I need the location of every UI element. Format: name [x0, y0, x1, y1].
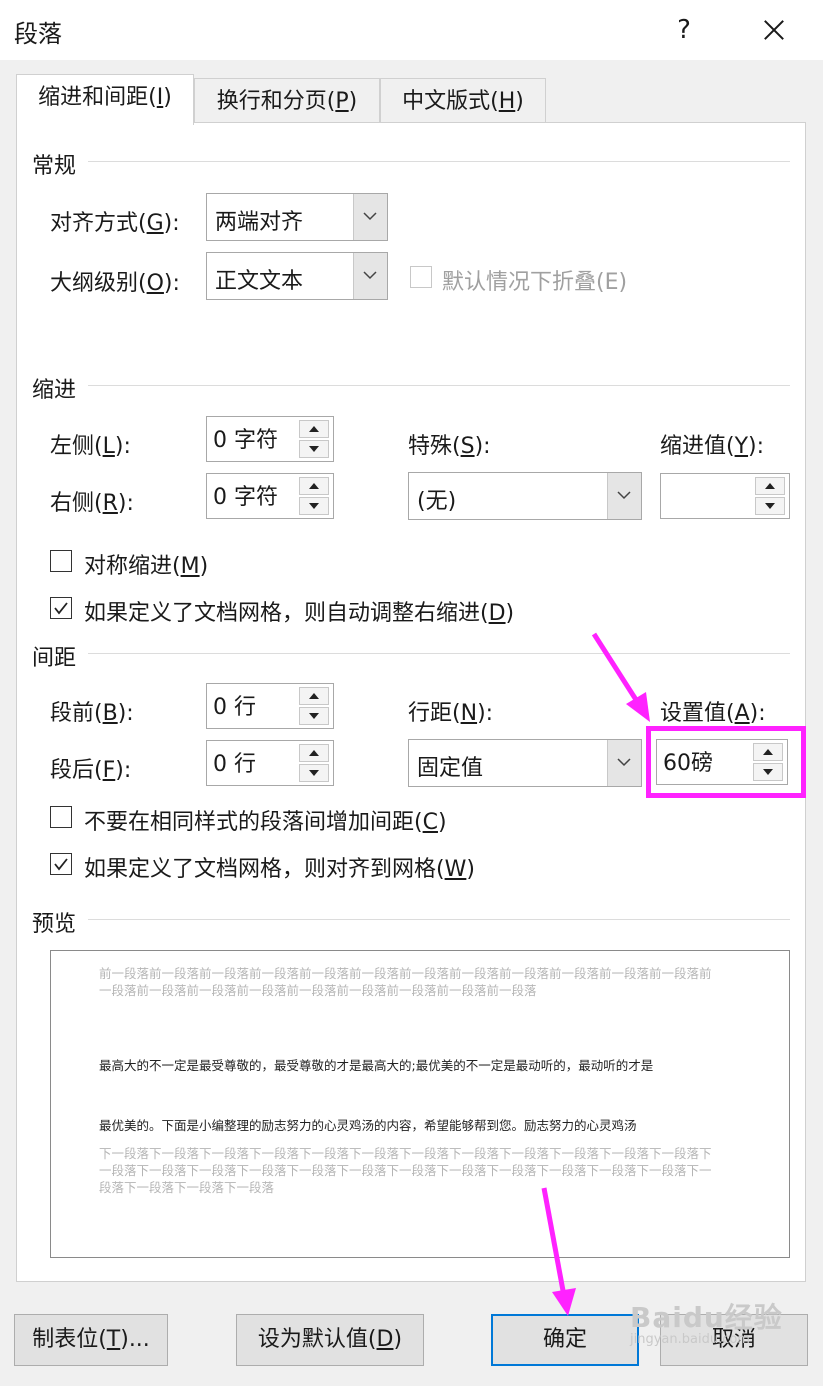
annotation-arrowhead — [552, 1288, 576, 1316]
spin-up-icon[interactable] — [299, 687, 329, 705]
spacing-after-label: 段后(F): — [50, 758, 132, 783]
tab-asian-typography[interactable]: 中文版式(H) — [380, 78, 546, 125]
indent-heading: 缩进 — [32, 378, 77, 403]
auto-adjust-right-indent-checkbox[interactable] — [50, 597, 72, 619]
ok-button[interactable]: 确定 — [491, 1314, 639, 1366]
spin-up-icon[interactable] — [299, 744, 329, 762]
alignment-select[interactable]: 两端对齐 — [206, 193, 388, 241]
outline-level-value: 正文文本 — [215, 269, 304, 294]
preview-next-paragraph: 下一段落下一段落下一段落下一段落下一段落下一段落下一段落下一段落下一段落下一段落… — [99, 1146, 712, 1195]
help-button[interactable]: ? — [658, 6, 710, 54]
indent-divider — [88, 385, 790, 386]
checkmark-icon — [54, 602, 68, 615]
alignment-label: 对齐方式(G): — [50, 211, 180, 236]
mirror-indents-checkbox[interactable] — [50, 550, 72, 572]
spin-down-icon[interactable] — [299, 764, 329, 782]
spin-up-icon[interactable] — [755, 477, 785, 495]
chevron-down-icon[interactable] — [353, 253, 387, 299]
spin-up-icon[interactable] — [299, 477, 329, 495]
no-space-same-style-checkbox[interactable] — [50, 806, 72, 828]
chevron-down-icon[interactable] — [353, 194, 387, 240]
spacing-after-input[interactable] — [207, 741, 293, 774]
title-bar: 段落 ? — [0, 0, 823, 60]
tabs-button[interactable]: 制表位(T)... — [14, 1314, 168, 1366]
line-spacing-value: 固定值 — [417, 756, 484, 781]
spacing-before-spinner[interactable] — [206, 683, 334, 729]
indent-by-spinner[interactable] — [660, 473, 790, 519]
set-as-default-button[interactable]: 设为默认值(D) — [236, 1314, 424, 1366]
spacing-divider — [88, 653, 790, 654]
indent-by-input[interactable] — [661, 474, 747, 507]
special-value: (无) — [417, 489, 457, 514]
line-spacing-select[interactable]: 固定值 — [408, 739, 642, 787]
indent-right-spinner[interactable] — [206, 473, 334, 519]
outline-level-label: 大纲级别(O): — [50, 271, 180, 296]
alignment-value: 两端对齐 — [215, 210, 304, 235]
general-divider — [88, 161, 790, 162]
spin-down-icon[interactable] — [299, 440, 329, 458]
indent-right-input[interactable] — [207, 474, 293, 507]
preview-divider — [88, 919, 790, 920]
indent-left-input[interactable] — [207, 417, 293, 450]
watermark: Baidu经验 jingyan.baidu.com — [630, 1301, 783, 1347]
spin-down-icon[interactable] — [755, 497, 785, 515]
indent-right-label: 右侧(R): — [50, 491, 134, 516]
chevron-down-icon[interactable] — [607, 473, 641, 519]
general-heading: 常规 — [32, 154, 77, 179]
collapse-default-label: 默认情况下折叠(E) — [442, 270, 628, 295]
spacing-after-spinner[interactable] — [206, 740, 334, 786]
preview-heading: 预览 — [32, 912, 77, 937]
tab-line-page-breaks[interactable]: 换行和分页(P) — [194, 78, 380, 125]
spin-down-icon[interactable] — [299, 497, 329, 515]
auto-adjust-right-indent-label: 如果定义了文档网格，则自动调整右缩进(D) — [84, 601, 515, 626]
paragraph-dialog: 段落 ? 缩进和间距(I) 换行和分页(P) 中文版式(H) 常规 对齐方式(G… — [0, 0, 823, 1386]
special-select[interactable]: (无) — [408, 472, 642, 520]
mirror-indents-label: 对称缩进(M) — [84, 554, 209, 579]
outline-level-select[interactable]: 正文文本 — [206, 252, 388, 300]
spacing-heading: 间距 — [32, 646, 77, 671]
indent-left-spinner[interactable] — [206, 416, 334, 462]
spin-up-icon[interactable] — [299, 420, 329, 438]
preview-box: 前一段落前一段落前一段落前一段落前一段落前一段落前一段落前一段落前一段落前一段落… — [50, 950, 790, 1258]
tab-indents-spacing[interactable]: 缩进和间距(I) — [16, 74, 194, 125]
annotation-highlight-box — [646, 726, 806, 798]
indent-left-label: 左侧(L): — [50, 434, 131, 459]
spacing-before-label: 段前(B): — [50, 701, 134, 726]
close-icon[interactable] — [746, 6, 802, 54]
indent-by-label: 缩进值(Y): — [660, 434, 765, 459]
spacing-before-input[interactable] — [207, 684, 293, 717]
spacing-at-label: 设置值(A): — [660, 701, 766, 726]
preview-previous-paragraph: 前一段落前一段落前一段落前一段落前一段落前一段落前一段落前一段落前一段落前一段落… — [99, 966, 712, 998]
preview-line-2: 最优美的。下面是小编整理的励志努力的心灵鸡汤的内容，希望能够帮到您。励志努力的心… — [99, 1118, 637, 1133]
collapse-default-checkbox[interactable] — [410, 266, 432, 288]
checkmark-icon — [54, 858, 68, 871]
snap-to-grid-label: 如果定义了文档网格，则对齐到网格(W) — [84, 857, 475, 882]
spin-down-icon[interactable] — [299, 707, 329, 725]
snap-to-grid-checkbox[interactable] — [50, 853, 72, 875]
chevron-down-icon[interactable] — [607, 740, 641, 786]
no-space-same-style-label: 不要在相同样式的段落间增加间距(C) — [84, 810, 447, 835]
dialog-title: 段落 — [14, 20, 62, 48]
preview-line-1: 最高大的不一定是最受尊敬的，最受尊敬的才是最高大的;最优美的不一定是最动听的，最… — [99, 1058, 654, 1073]
line-spacing-label: 行距(N): — [408, 701, 494, 726]
special-label: 特殊(S): — [408, 434, 491, 459]
